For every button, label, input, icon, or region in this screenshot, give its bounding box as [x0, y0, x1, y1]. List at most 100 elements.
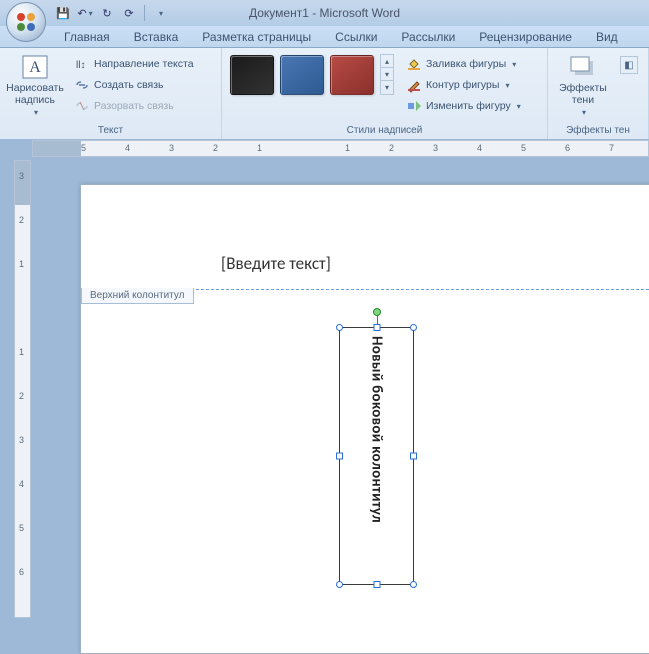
tab-references[interactable]: Ссылки — [323, 27, 389, 47]
tab-page-layout[interactable]: Разметка страницы — [190, 27, 323, 47]
link-icon — [74, 77, 90, 93]
header-placeholder[interactable]: [Введите текст] — [221, 253, 331, 274]
ruler-tick: 3 — [19, 171, 24, 181]
shadow-icon — [567, 53, 599, 81]
chevron-down-icon: ▾ — [512, 60, 516, 69]
ruler-tick: 2 — [213, 143, 218, 153]
text-direction-button[interactable]: ll↕ Направление текста — [70, 54, 198, 74]
style-swatch-blue[interactable] — [280, 55, 324, 95]
gallery-prev[interactable]: ▴ — [381, 55, 393, 68]
office-logo-icon — [14, 10, 38, 34]
group-label-styles: Стили надписей — [226, 124, 543, 137]
textbox-icon: A — [19, 53, 51, 81]
window-title: Документ1 - Microsoft Word — [249, 6, 400, 20]
break-link-icon — [74, 98, 90, 114]
draw-textbox-label: Нарисовать надпись — [6, 83, 64, 106]
shadow-effects-button[interactable]: Эффекты тени ▾ — [552, 50, 614, 120]
group-label-text: Текст — [4, 124, 217, 137]
ruler-tick: 5 — [19, 523, 24, 533]
break-link-label: Разорвать связь — [94, 100, 174, 112]
ruler-tick: 1 — [19, 347, 24, 357]
bucket-icon — [406, 56, 422, 72]
shape-fill-label: Заливка фигуры — [426, 58, 506, 70]
vertical-ruler[interactable]: 321123456 — [14, 160, 31, 618]
ruler-tick: 2 — [389, 143, 394, 153]
tab-home[interactable]: Главная — [52, 27, 122, 47]
chevron-down-icon: ▾ — [505, 81, 509, 90]
pen-icon — [406, 77, 422, 93]
tab-review[interactable]: Рецензирование — [467, 27, 584, 47]
save-icon: 💾 — [56, 7, 70, 20]
chevron-down-icon: ▾ — [582, 108, 586, 117]
style-swatch-black[interactable] — [230, 55, 274, 95]
ruler-tick: 3 — [433, 143, 438, 153]
ribbon: A Нарисовать надпись ▾ ll↕ Направление т… — [0, 48, 649, 140]
resize-handle-n[interactable] — [373, 324, 380, 331]
textbox-text[interactable]: Новый боковой колонтитул — [368, 336, 386, 523]
chevron-down-icon: ▾ — [517, 102, 521, 111]
draw-textbox-button[interactable]: A Нарисовать надпись ▾ — [4, 50, 66, 120]
resize-handle-ne[interactable] — [410, 324, 417, 331]
header-tag: Верхний колонтитул — [81, 288, 194, 304]
ruler-tick: 5 — [521, 143, 526, 153]
change-shape-icon — [406, 98, 422, 114]
tab-mailings[interactable]: Рассылки — [389, 27, 467, 47]
resize-handle-s[interactable] — [373, 581, 380, 588]
horizontal-ruler[interactable]: 543211234567 — [32, 140, 649, 157]
selected-textbox[interactable]: Новый боковой колонтитул — [339, 327, 414, 585]
ruler-tick: 1 — [19, 259, 24, 269]
document-page[interactable]: [Введите текст] Верхний колонтитул Новый… — [80, 184, 649, 654]
ruler-tick: 7 — [609, 143, 614, 153]
gallery-more[interactable]: ▾ — [381, 81, 393, 94]
ruler-tick: 4 — [125, 143, 130, 153]
svg-text:A: A — [29, 59, 41, 76]
change-shape-label: Изменить фигуру — [426, 100, 511, 112]
ruler-tick: 6 — [565, 143, 570, 153]
style-swatch-red[interactable] — [330, 55, 374, 95]
undo-icon: ↶ — [77, 7, 86, 20]
chevron-down-icon: ▾ — [159, 9, 163, 18]
textbox-styles-gallery: ▴ ▾ ▾ — [226, 50, 398, 99]
text-direction-label: Направление текста — [94, 58, 194, 70]
qat-separator — [144, 5, 145, 21]
break-link-button: Разорвать связь — [70, 96, 198, 116]
redo-icon: ↻ — [102, 7, 111, 20]
tab-insert[interactable]: Вставка — [122, 27, 191, 47]
group-label-effects: Эффекты тен — [552, 124, 644, 137]
refresh-icon: ⟳ — [124, 7, 133, 20]
qat-refresh[interactable]: ⟳ — [120, 4, 138, 22]
shape-fill-button[interactable]: Заливка фигуры ▾ — [402, 54, 525, 74]
ruler-tick: 6 — [19, 567, 24, 577]
qat-redo[interactable]: ↻ — [98, 4, 116, 22]
resize-handle-se[interactable] — [410, 581, 417, 588]
qat-save[interactable]: 💾 — [54, 4, 72, 22]
rotation-handle[interactable] — [373, 308, 381, 316]
ruler-tick: 2 — [19, 391, 24, 401]
ribbon-tabs: Главная Вставка Разметка страницы Ссылки… — [0, 26, 649, 48]
ruler-tick: 2 — [19, 215, 24, 225]
chevron-down-icon: ▾ — [89, 9, 93, 18]
resize-handle-w[interactable] — [336, 453, 343, 460]
shape-outline-label: Контур фигуры — [426, 79, 499, 91]
gallery-next[interactable]: ▾ — [381, 68, 393, 81]
resize-handle-sw[interactable] — [336, 581, 343, 588]
ruler-tick: 3 — [169, 143, 174, 153]
resize-handle-e[interactable] — [410, 453, 417, 460]
ruler-tick: 1 — [257, 143, 262, 153]
create-link-button[interactable]: Создать связь — [70, 75, 198, 95]
ruler-tick: 5 — [81, 143, 86, 153]
ruler-tick: 3 — [19, 435, 24, 445]
office-button[interactable] — [6, 2, 46, 42]
qat-undo[interactable]: ↶▾ — [76, 4, 94, 22]
shape-outline-button[interactable]: Контур фигуры ▾ — [402, 75, 525, 95]
change-shape-button[interactable]: Изменить фигуру ▾ — [402, 96, 525, 116]
effects-nudge[interactable]: ◧ — [620, 56, 638, 74]
create-link-label: Создать связь — [94, 79, 164, 91]
resize-handle-nw[interactable] — [336, 324, 343, 331]
chevron-down-icon: ▾ — [34, 108, 38, 117]
tab-view[interactable]: Вид — [584, 27, 630, 47]
workspace: 543211234567 321123456 [Введите текст] В… — [0, 140, 649, 618]
shadow-effects-label: Эффекты тени — [559, 83, 607, 106]
ruler-tick: 4 — [477, 143, 482, 153]
qat-customize[interactable]: ▾ — [151, 4, 169, 22]
